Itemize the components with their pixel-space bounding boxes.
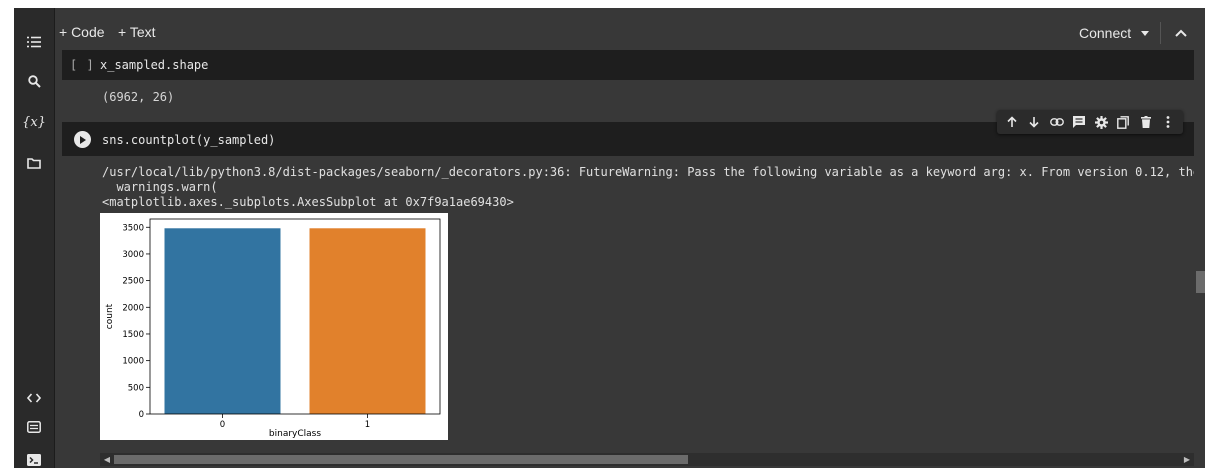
toolbar-divider [1160, 22, 1161, 44]
code-editor[interactable]: x_sampled.shape [100, 58, 208, 72]
scroll-left-icon[interactable]: ◀ [102, 455, 112, 464]
y-tick-label: 3000 [122, 250, 144, 260]
horizontal-scrollbar[interactable]: ◀ ▶ [100, 453, 1194, 466]
collapse-toolbar-button[interactable] [1170, 22, 1192, 44]
countplot-figure: 0 1 0 500 1000 1500 2000 2500 3000 3500 binaryClas… [100, 213, 448, 440]
mirror-cell-icon[interactable] [1114, 113, 1132, 131]
output-line: <matplotlib.axes._subplots.AxesSubplot a… [102, 195, 514, 209]
countplot-chart: 0 1 0 500 1000 1500 2000 2500 3000 3500 binaryClas… [105, 218, 441, 439]
y-tick-label: 500 [128, 383, 144, 393]
variables-label: {x} [22, 114, 46, 130]
execution-count: [ ] [70, 58, 95, 72]
more-options-icon[interactable] [1159, 113, 1177, 131]
comment-icon[interactable] [1070, 113, 1088, 131]
bar-0 [164, 228, 281, 414]
variables-icon[interactable]: {x} [20, 108, 48, 136]
search-icon[interactable] [20, 67, 48, 95]
code-cell-1[interactable]: [ ] x_sampled.shape [62, 50, 1194, 80]
code-editor[interactable]: sns.countplot(y_sampled) [102, 133, 275, 147]
horizontal-scroll-thumb[interactable] [114, 455, 688, 464]
cell-output: (6962, 26) [102, 90, 175, 104]
command-palette-icon[interactable] [20, 413, 48, 441]
cell-output: /usr/local/lib/python3.8/dist-packages/s… [102, 165, 1194, 210]
vertical-scroll-thumb[interactable] [1196, 271, 1205, 293]
output-line: warnings.warn( [102, 180, 218, 194]
notebook-window: {x} + Code + Text Connect [ ] x_sampled.… [14, 8, 1205, 468]
bar-1 [309, 228, 426, 414]
scroll-right-icon[interactable]: ▶ [1182, 455, 1192, 464]
cell-toolbar [997, 110, 1183, 134]
table-of-contents-icon[interactable] [20, 28, 48, 56]
x-tick-label: 0 [220, 420, 225, 430]
output-line: /usr/local/lib/python3.8/dist-packages/s… [102, 165, 1194, 179]
link-icon[interactable] [1048, 113, 1066, 131]
move-up-icon[interactable] [1003, 113, 1021, 131]
y-tick-label: 0 [139, 410, 144, 420]
notebook-toolbar: + Code + Text [55, 8, 1205, 54]
code-snippets-icon[interactable] [20, 384, 48, 412]
y-tick-label: 2500 [122, 277, 144, 287]
add-code-cell-button[interactable]: + Code [59, 24, 105, 40]
x-axis-label: binaryClass [269, 429, 321, 439]
connect-button[interactable]: Connect [1079, 22, 1150, 44]
delete-icon[interactable] [1137, 113, 1155, 131]
gear-icon[interactable] [1092, 113, 1110, 131]
play-icon [80, 135, 86, 144]
vertical-scrollbar[interactable] [1196, 50, 1205, 468]
add-text-cell-button[interactable]: + Text [118, 24, 156, 40]
run-cell-button[interactable] [74, 131, 91, 148]
y-tick-label: 3500 [122, 223, 144, 233]
left-rail: {x} [14, 8, 55, 468]
chevron-up-icon [1175, 29, 1187, 37]
y-tick-label: 1500 [122, 330, 144, 340]
connect-label: Connect [1079, 25, 1132, 41]
y-tick-label: 1000 [122, 357, 144, 367]
x-tick-label: 1 [365, 420, 370, 430]
files-folder-icon[interactable] [20, 149, 48, 177]
y-tick-label: 2000 [122, 303, 144, 313]
move-down-icon[interactable] [1025, 113, 1043, 131]
terminal-icon[interactable] [20, 446, 48, 468]
y-axis-label: count [105, 303, 115, 329]
chevron-down-icon [1141, 30, 1150, 36]
